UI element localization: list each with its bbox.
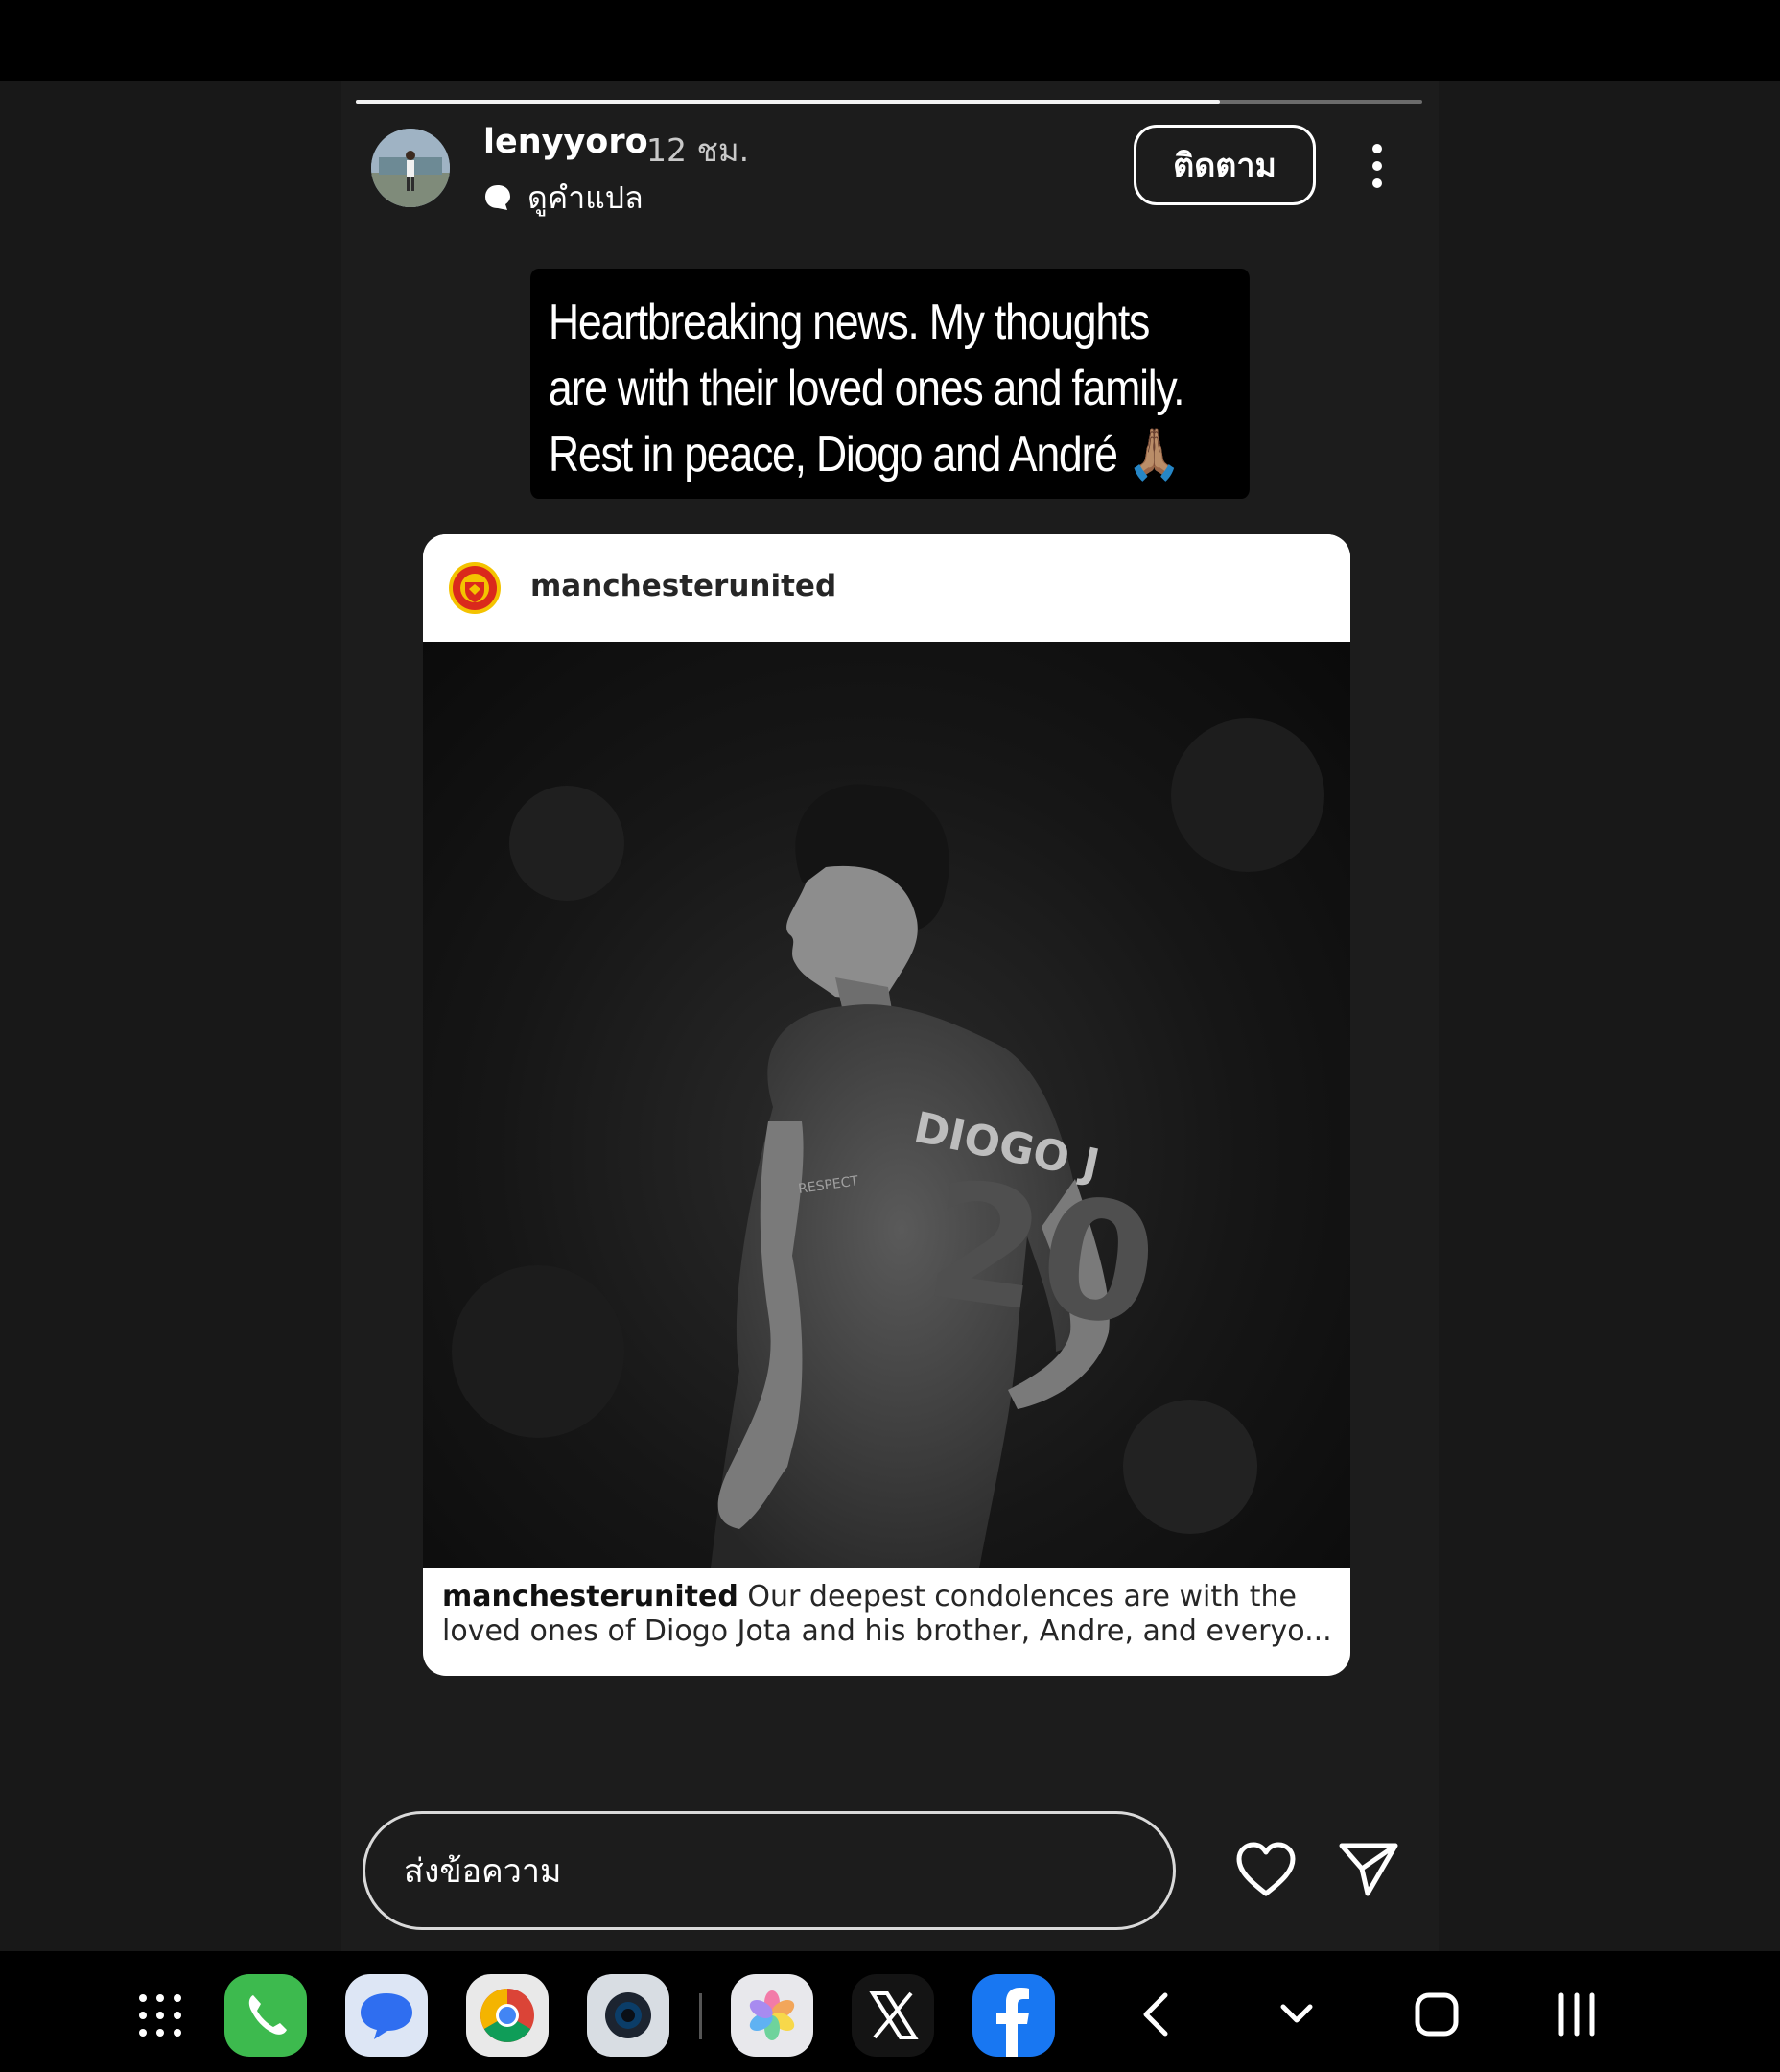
facebook-icon[interactable] (972, 1974, 1055, 2057)
home-icon[interactable] (1406, 1984, 1467, 2045)
send-message-placeholder: ส่งข้อความ (404, 1852, 562, 1891)
story-progress-fill (356, 100, 1220, 104)
caption-line: are with their loved ones and family. (548, 361, 1185, 416)
shared-post-caption: manchesterunited Our deepest condolences… (442, 1580, 1334, 1649)
story-viewer[interactable]: lenyyoro 12 ชม. ดูคำแปล ติดตาม Heartbrea… (341, 81, 1439, 1951)
app-drawer-icon[interactable] (119, 1974, 201, 2057)
shared-post-photo: DIOGO J 20 RESPECT (423, 642, 1350, 1568)
chrome-icon[interactable] (466, 1974, 549, 2057)
camera-icon[interactable] (587, 1974, 669, 2057)
back-icon[interactable] (1127, 1984, 1188, 2045)
see-translation-label: ดูคำแปล (527, 178, 644, 216)
story-progress-bar (356, 100, 1422, 104)
manchester-united-crest-icon (449, 562, 501, 614)
shared-post-caption-account[interactable]: manchesterunited (442, 1580, 738, 1613)
caption-line: Heartbreaking news. My thoughts (548, 294, 1150, 350)
shared-post-header: manchesterunited (423, 534, 1350, 642)
messages-icon[interactable] (345, 1974, 428, 2057)
shared-post-account[interactable]: manchesterunited (530, 569, 836, 603)
send-icon[interactable] (1339, 1842, 1398, 1897)
story-text-caption: Heartbreaking news. My thoughts are with… (530, 269, 1250, 499)
story-time-ago: 12 ชม. (646, 131, 750, 169)
taskbar (0, 1951, 1780, 2072)
caption-line: Rest in peace, Diogo and André 🙏🏽 (548, 427, 1182, 483)
status-bar (0, 0, 1780, 81)
shared-post-card[interactable]: manchesterunited DIOGO J 20 RESPECT manc… (423, 534, 1350, 1676)
heart-icon[interactable] (1235, 1842, 1297, 1897)
gallery-icon[interactable] (731, 1974, 813, 2057)
hide-keyboard-icon[interactable] (1266, 1984, 1327, 2045)
story-username[interactable]: lenyyoro (483, 123, 648, 161)
jersey-number: 20 (916, 1145, 1167, 1365)
more-vertical-icon[interactable] (1366, 142, 1389, 190)
see-translation-button[interactable]: ดูคำแปล (483, 177, 644, 219)
send-message-input[interactable]: ส่งข้อความ (363, 1811, 1176, 1930)
taskbar-divider (699, 1993, 702, 2039)
speech-bubble-icon (485, 185, 510, 210)
follow-button[interactable]: ติดตาม (1134, 125, 1316, 205)
avatar[interactable] (371, 129, 450, 207)
x-icon[interactable] (852, 1974, 934, 2057)
recents-icon[interactable] (1546, 1984, 1607, 2045)
phone-icon[interactable] (224, 1974, 307, 2057)
